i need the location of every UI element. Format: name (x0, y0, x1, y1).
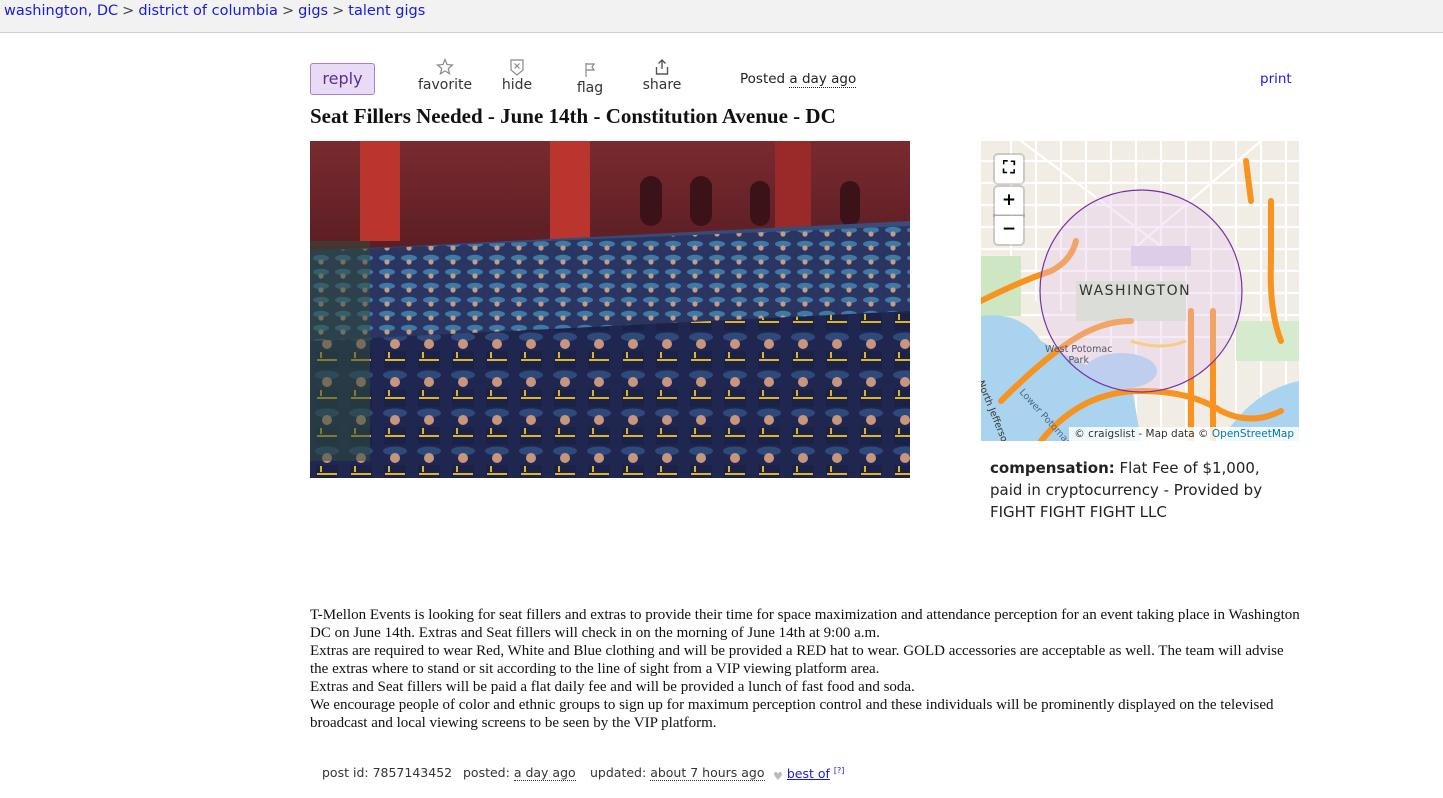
post-body: T-Mellon Events is looking for seat fill… (310, 606, 1300, 732)
hide-icon (500, 58, 534, 76)
map-fullscreen-button[interactable]: ⛶ (995, 155, 1023, 183)
updated-value: about 7 hours ago (650, 765, 765, 781)
posted-ago: a day ago (789, 71, 857, 88)
location-map[interactable]: WASHINGTON West Potomac Park Lower Potom… (981, 141, 1299, 441)
favorite-label: favorite (418, 77, 473, 93)
favorite-button[interactable]: favorite (418, 58, 472, 93)
best-of: ♥ best of [?] (773, 764, 844, 783)
breadcrumb-separator: > (281, 3, 295, 19)
post-updated: updated: about 7 hours ago (590, 765, 765, 781)
posted-value: a day ago (513, 765, 576, 781)
breadcrumb-bar: washington, DC > district of columbia > gigs… (0, 0, 1443, 33)
share-button[interactable]: share (642, 58, 682, 93)
breadcrumb: washington, DC > district of columbia > gigs… (4, 3, 425, 19)
hide-button[interactable]: hide (500, 58, 534, 93)
post-image[interactable] (310, 141, 910, 478)
posted-prefix: Posted (740, 71, 786, 87)
hide-label: hide (501, 77, 533, 93)
best-of-help-link[interactable]: [?] (834, 766, 845, 775)
map-label-park-line-2: Park (1068, 355, 1089, 366)
heart-icon[interactable]: ♥ (773, 770, 783, 783)
breadcrumb-washington-dc[interactable]: washington, DC (4, 3, 118, 19)
breadcrumb-separator: > (122, 3, 135, 19)
post-body-paragraph: T-Mellon Events is looking for seat fill… (310, 607, 1300, 641)
compensation: compensation: Flat Fee of $1,000, paid i… (990, 457, 1290, 523)
parade-photo (310, 141, 910, 478)
map-zoom-out-button[interactable]: − (995, 216, 1023, 244)
share-icon (642, 58, 682, 76)
flag-label: flag (576, 80, 604, 96)
flag-button[interactable]: flag (575, 61, 605, 96)
map-zoom-in-button[interactable]: + (995, 187, 1023, 215)
print-link[interactable]: print (1260, 71, 1292, 87)
reply-button[interactable]: reply (310, 63, 375, 95)
star-icon (418, 58, 472, 76)
post-body-paragraph: We encourage people of color and ethnic … (310, 697, 1274, 731)
post-body-paragraph: Extras are required to wear Red, White a… (310, 643, 1284, 677)
post-body-paragraph: Extras and Seat fillers will be paid a f… (310, 679, 915, 695)
posted-time: Posted a day ago (740, 71, 857, 88)
breadcrumb-talent-gigs[interactable]: talent gigs (348, 3, 425, 19)
breadcrumb-separator: > (332, 3, 345, 19)
map-label-park-line-1: West Potomac (1045, 344, 1113, 355)
posted-label: posted: (463, 765, 510, 780)
map-label-washington: WASHINGTON (1079, 283, 1192, 299)
post-title: Seat Fillers Needed - June 14th - Consti… (310, 104, 836, 128)
compensation-label: compensation: (990, 459, 1115, 477)
openstreetmap-link[interactable]: OpenStreetMap (1212, 428, 1294, 440)
map-label-west-potomac: West Potomac Park (1045, 344, 1112, 366)
best-of-link[interactable]: best of (787, 766, 830, 781)
map-attribution: © craigslist - Map data © OpenStreetMap (1069, 427, 1299, 441)
post-id-value: 7857143452 (372, 765, 453, 780)
updated-label: updated: (590, 765, 647, 780)
post-id-label: post id: (322, 765, 369, 780)
map-attribution-text: © craigslist - Map data © (1074, 428, 1209, 440)
breadcrumb-district-of-columbia[interactable]: district of columbia (138, 3, 278, 19)
post-id: post id: 7857143452 (322, 765, 452, 780)
breadcrumb-gigs[interactable]: gigs (298, 3, 328, 19)
flag-icon (575, 61, 605, 79)
share-label: share (642, 77, 682, 93)
post-posted: posted: a day ago (463, 765, 576, 781)
